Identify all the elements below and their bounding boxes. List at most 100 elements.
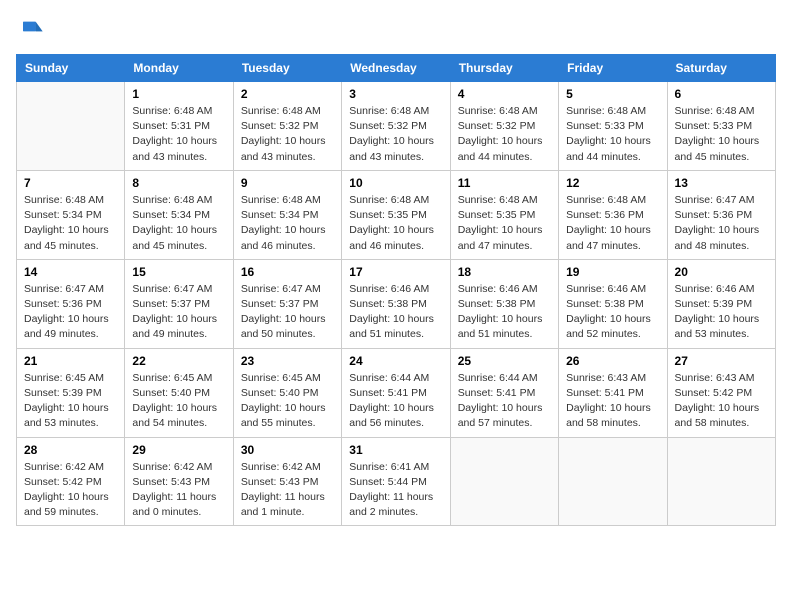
calendar-cell: 21Sunrise: 6:45 AM Sunset: 5:39 PM Dayli… [17, 348, 125, 437]
day-info: Sunrise: 6:48 AM Sunset: 5:32 PM Dayligh… [349, 104, 442, 165]
day-number: 7 [24, 176, 117, 190]
calendar-cell: 15 Sunrise: 6:47 AM Sunset: 5:37 PM Dayli… [125, 259, 233, 348]
day-info: Sunrise: 6:48 AM Sunset: 5:33 PM Dayligh… [566, 104, 659, 165]
column-header-saturday: Saturday [667, 55, 775, 82]
column-header-monday: Monday [125, 55, 233, 82]
day-number: 9 [241, 176, 334, 190]
day-number: 2 [241, 87, 334, 101]
day-info: Sunrise: 6:48 AM Sunset: 5:32 PM Dayligh… [241, 104, 334, 165]
day-info: Sunrise: 6:45 AM Sunset: 5:40 PM Dayligh… [132, 371, 225, 432]
calendar-cell [17, 82, 125, 171]
calendar-cell: 8 Sunrise: 6:48 AM Sunset: 5:34 PM Daylig… [125, 170, 233, 259]
column-header-tuesday: Tuesday [233, 55, 341, 82]
day-info: Sunrise: 6:48 AM Sunset: 5:34 PM Dayligh… [132, 193, 225, 254]
calendar-cell: 27 Sunrise: 6:43 AM Sunset: 5:42 PM Dayli… [667, 348, 775, 437]
day-info: Sunrise: 6:47 AM Sunset: 5:37 PM Dayligh… [132, 282, 225, 343]
calendar-cell: 30Sunrise: 6:42 AM Sunset: 5:43 PM Dayli… [233, 437, 341, 526]
day-info: Sunrise: 6:44 AM Sunset: 5:41 PM Dayligh… [349, 371, 442, 432]
day-info: Sunrise: 6:48 AM Sunset: 5:35 PM Dayligh… [349, 193, 442, 254]
day-number: 27 [675, 354, 768, 368]
calendar-cell: 7 Sunrise: 6:48 AM Sunset: 5:34 PM Daylig… [17, 170, 125, 259]
day-info: Sunrise: 6:48 AM Sunset: 5:32 PM Dayligh… [458, 104, 551, 165]
day-info: Sunrise: 6:41 AM Sunset: 5:44 PM Dayligh… [349, 460, 442, 521]
calendar-cell: 31 Sunrise: 6:41 AM Sunset: 5:44 PM Dayli… [342, 437, 450, 526]
day-number: 30 [241, 443, 334, 457]
day-number: 28 [24, 443, 117, 457]
calendar-cell: 29Sunrise: 6:42 AM Sunset: 5:43 PM Dayli… [125, 437, 233, 526]
calendar-cell: 28 Sunrise: 6:42 AM Sunset: 5:42 PM Dayli… [17, 437, 125, 526]
day-info: Sunrise: 6:48 AM Sunset: 5:34 PM Dayligh… [241, 193, 334, 254]
calendar-cell [667, 437, 775, 526]
calendar-cell: 1 Sunrise: 6:48 AM Sunset: 5:31 PM Daylig… [125, 82, 233, 171]
calendar-table: SundayMondayTuesdayWednesdayThursdayFrid… [16, 54, 776, 526]
day-number: 24 [349, 354, 442, 368]
day-info: Sunrise: 6:43 AM Sunset: 5:41 PM Dayligh… [566, 371, 659, 432]
day-info: Sunrise: 6:46 AM Sunset: 5:38 PM Dayligh… [458, 282, 551, 343]
day-number: 4 [458, 87, 551, 101]
calendar-cell: 5 Sunrise: 6:48 AM Sunset: 5:33 PM Daylig… [559, 82, 667, 171]
day-info: Sunrise: 6:42 AM Sunset: 5:43 PM Dayligh… [132, 460, 225, 521]
day-info: Sunrise: 6:44 AM Sunset: 5:41 PM Dayligh… [458, 371, 551, 432]
header-row: SundayMondayTuesdayWednesdayThursdayFrid… [17, 55, 776, 82]
day-number: 1 [132, 87, 225, 101]
column-header-friday: Friday [559, 55, 667, 82]
day-number: 26 [566, 354, 659, 368]
day-info: Sunrise: 6:48 AM Sunset: 5:31 PM Dayligh… [132, 104, 225, 165]
calendar-cell: 22 Sunrise: 6:45 AM Sunset: 5:40 PM Dayli… [125, 348, 233, 437]
day-number: 25 [458, 354, 551, 368]
calendar-cell [450, 437, 558, 526]
day-number: 31 [349, 443, 442, 457]
week-row-2: 7 Sunrise: 6:48 AM Sunset: 5:34 PM Daylig… [17, 170, 776, 259]
day-info: Sunrise: 6:48 AM Sunset: 5:36 PM Dayligh… [566, 193, 659, 254]
calendar-cell: 11 Sunrise: 6:48 AM Sunset: 5:35 PM Dayli… [450, 170, 558, 259]
calendar-cell: 19 Sunrise: 6:46 AM Sunset: 5:38 PM Dayli… [559, 259, 667, 348]
calendar-cell: 9 Sunrise: 6:48 AM Sunset: 5:34 PM Daylig… [233, 170, 341, 259]
calendar-cell: 24 Sunrise: 6:44 AM Sunset: 5:41 PM Dayli… [342, 348, 450, 437]
calendar-cell [559, 437, 667, 526]
day-number: 14 [24, 265, 117, 279]
day-number: 10 [349, 176, 442, 190]
calendar-cell: 14 Sunrise: 6:47 AM Sunset: 5:36 PM Dayli… [17, 259, 125, 348]
day-info: Sunrise: 6:47 AM Sunset: 5:36 PM Dayligh… [24, 282, 117, 343]
week-row-1: 1 Sunrise: 6:48 AM Sunset: 5:31 PM Daylig… [17, 82, 776, 171]
day-number: 6 [675, 87, 768, 101]
day-number: 20 [675, 265, 768, 279]
day-number: 18 [458, 265, 551, 279]
day-info: Sunrise: 6:42 AM Sunset: 5:42 PM Dayligh… [24, 460, 117, 521]
week-row-3: 14 Sunrise: 6:47 AM Sunset: 5:36 PM Dayli… [17, 259, 776, 348]
day-number: 11 [458, 176, 551, 190]
day-info: Sunrise: 6:48 AM Sunset: 5:34 PM Dayligh… [24, 193, 117, 254]
day-number: 17 [349, 265, 442, 279]
day-number: 12 [566, 176, 659, 190]
logo [16, 16, 48, 44]
day-info: Sunrise: 6:46 AM Sunset: 5:38 PM Dayligh… [349, 282, 442, 343]
calendar-cell: 3 Sunrise: 6:48 AM Sunset: 5:32 PM Daylig… [342, 82, 450, 171]
calendar-header: SundayMondayTuesdayWednesdayThursdayFrid… [17, 55, 776, 82]
day-number: 22 [132, 354, 225, 368]
calendar-cell: 26 Sunrise: 6:43 AM Sunset: 5:41 PM Dayli… [559, 348, 667, 437]
day-number: 8 [132, 176, 225, 190]
column-header-wednesday: Wednesday [342, 55, 450, 82]
day-info: Sunrise: 6:45 AM Sunset: 5:40 PM Dayligh… [241, 371, 334, 432]
calendar-cell: 23Sunrise: 6:45 AM Sunset: 5:40 PM Dayli… [233, 348, 341, 437]
calendar-cell: 25 Sunrise: 6:44 AM Sunset: 5:41 PM Dayli… [450, 348, 558, 437]
calendar-cell: 17 Sunrise: 6:46 AM Sunset: 5:38 PM Dayli… [342, 259, 450, 348]
day-info: Sunrise: 6:48 AM Sunset: 5:35 PM Dayligh… [458, 193, 551, 254]
calendar-cell: 16Sunrise: 6:47 AM Sunset: 5:37 PM Dayli… [233, 259, 341, 348]
calendar-cell: 2 Sunrise: 6:48 AM Sunset: 5:32 PM Daylig… [233, 82, 341, 171]
logo-icon [16, 16, 44, 44]
day-number: 5 [566, 87, 659, 101]
day-info: Sunrise: 6:46 AM Sunset: 5:38 PM Dayligh… [566, 282, 659, 343]
day-info: Sunrise: 6:45 AM Sunset: 5:39 PM Dayligh… [24, 371, 117, 432]
week-row-4: 21Sunrise: 6:45 AM Sunset: 5:39 PM Dayli… [17, 348, 776, 437]
day-number: 3 [349, 87, 442, 101]
day-number: 19 [566, 265, 659, 279]
day-info: Sunrise: 6:47 AM Sunset: 5:36 PM Dayligh… [675, 193, 768, 254]
day-info: Sunrise: 6:48 AM Sunset: 5:33 PM Dayligh… [675, 104, 768, 165]
day-info: Sunrise: 6:43 AM Sunset: 5:42 PM Dayligh… [675, 371, 768, 432]
day-number: 15 [132, 265, 225, 279]
day-info: Sunrise: 6:47 AM Sunset: 5:37 PM Dayligh… [241, 282, 334, 343]
calendar-cell: 10 Sunrise: 6:48 AM Sunset: 5:35 PM Dayli… [342, 170, 450, 259]
column-header-sunday: Sunday [17, 55, 125, 82]
calendar-cell: 20Sunrise: 6:46 AM Sunset: 5:39 PM Dayli… [667, 259, 775, 348]
